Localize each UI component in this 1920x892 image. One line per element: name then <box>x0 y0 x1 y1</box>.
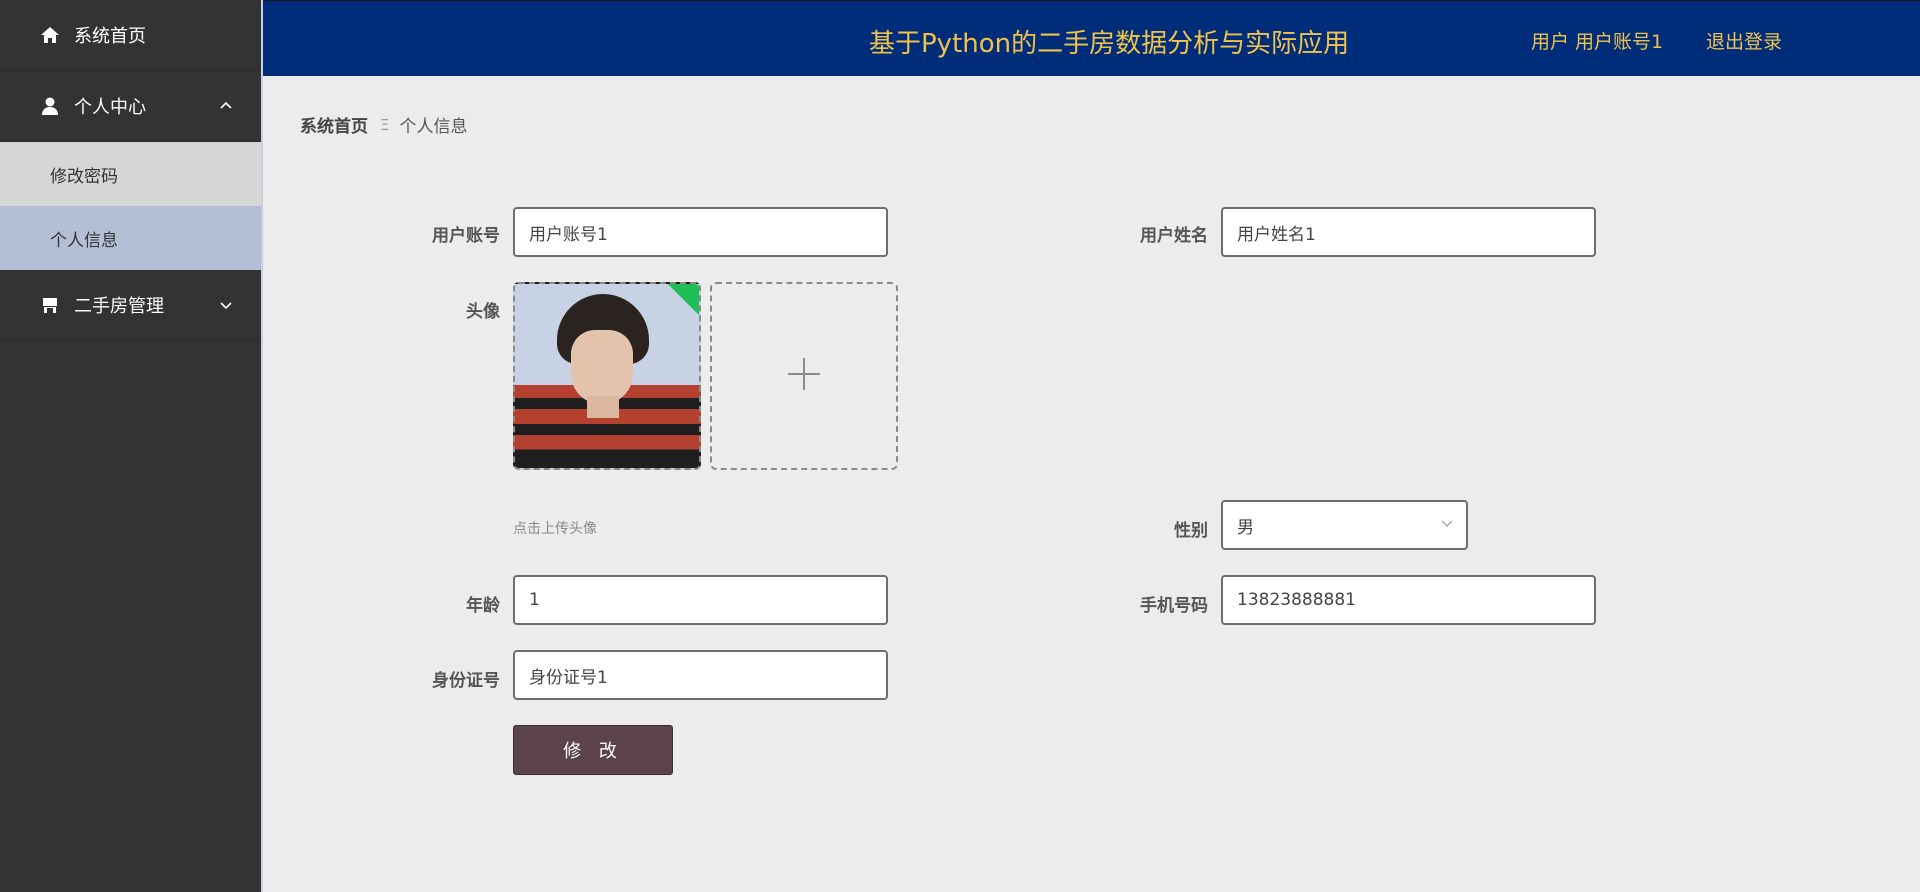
shop-icon <box>40 295 60 315</box>
breadcrumb-current: 个人信息 <box>399 117 468 137</box>
plus-icon <box>786 356 822 396</box>
sidebar-subitem-label: 个人信息 <box>50 230 118 251</box>
avatar-upload-button[interactable] <box>710 282 898 470</box>
name-label: 用户姓名 <box>1140 226 1208 246</box>
app-title: 基于Python的二手房数据分析与实际应用 <box>869 29 1350 59</box>
gender-select[interactable]: 男 <box>1221 500 1468 550</box>
sidebar-item-label: 二手房管理 <box>74 296 164 317</box>
breadcrumb-separator: Ξ <box>380 115 390 134</box>
chevron-down-icon <box>219 298 233 312</box>
age-label: 年龄 <box>466 596 500 616</box>
sidebar-item-home[interactable]: 系统首页 <box>0 0 261 71</box>
account-input[interactable]: 用户账号1 <box>513 207 888 257</box>
avatar-label: 头像 <box>466 302 500 322</box>
breadcrumb-home[interactable]: 系统首页 <box>300 112 368 137</box>
gender-label: 性别 <box>1174 521 1208 541</box>
submit-button[interactable]: 修 改 <box>513 725 673 775</box>
avatar-neck <box>587 396 619 418</box>
avatar-hint: 点击上传头像 <box>513 521 597 537</box>
name-input[interactable]: 用户姓名1 <box>1221 207 1596 257</box>
age-input[interactable]: 1 <box>513 575 888 625</box>
account-label: 用户账号 <box>432 226 500 246</box>
avatar-face <box>571 330 633 404</box>
current-user: 用户 用户账号1 <box>1531 31 1664 53</box>
sidebar-item-label: 个人中心 <box>74 97 146 118</box>
id-card-label: 身份证号 <box>432 671 500 691</box>
sidebar: 系统首页 个人中心 修改密码 个人信息 二手房管理 <box>0 0 263 892</box>
gender-value: 男 <box>1237 517 1254 538</box>
home-icon <box>40 25 60 45</box>
user-icon <box>40 96 60 116</box>
sidebar-subitem-change-password[interactable]: 修改密码 <box>0 142 261 206</box>
avatar-image[interactable] <box>513 282 701 470</box>
sidebar-subitem-personal-info[interactable]: 个人信息 <box>0 206 261 270</box>
breadcrumb: 系统首页 Ξ 个人信息 <box>300 112 468 138</box>
sidebar-item-house-management[interactable]: 二手房管理 <box>0 270 261 341</box>
sidebar-item-personal-center[interactable]: 个人中心 <box>0 71 261 142</box>
id-card-input[interactable]: 身份证号1 <box>513 650 888 700</box>
phone-label: 手机号码 <box>1140 596 1208 616</box>
chevron-down-icon <box>1440 515 1454 535</box>
phone-input[interactable]: 13823888881 <box>1221 575 1596 625</box>
chevron-up-icon <box>219 99 233 113</box>
sidebar-subitem-label: 修改密码 <box>50 166 118 187</box>
top-header: 基于Python的二手房数据分析与实际应用 用户 用户账号1 退出登录 <box>263 0 1920 76</box>
logout-link[interactable]: 退出登录 <box>1706 27 1782 54</box>
sidebar-item-label: 系统首页 <box>74 26 146 47</box>
upload-success-badge <box>667 284 699 316</box>
